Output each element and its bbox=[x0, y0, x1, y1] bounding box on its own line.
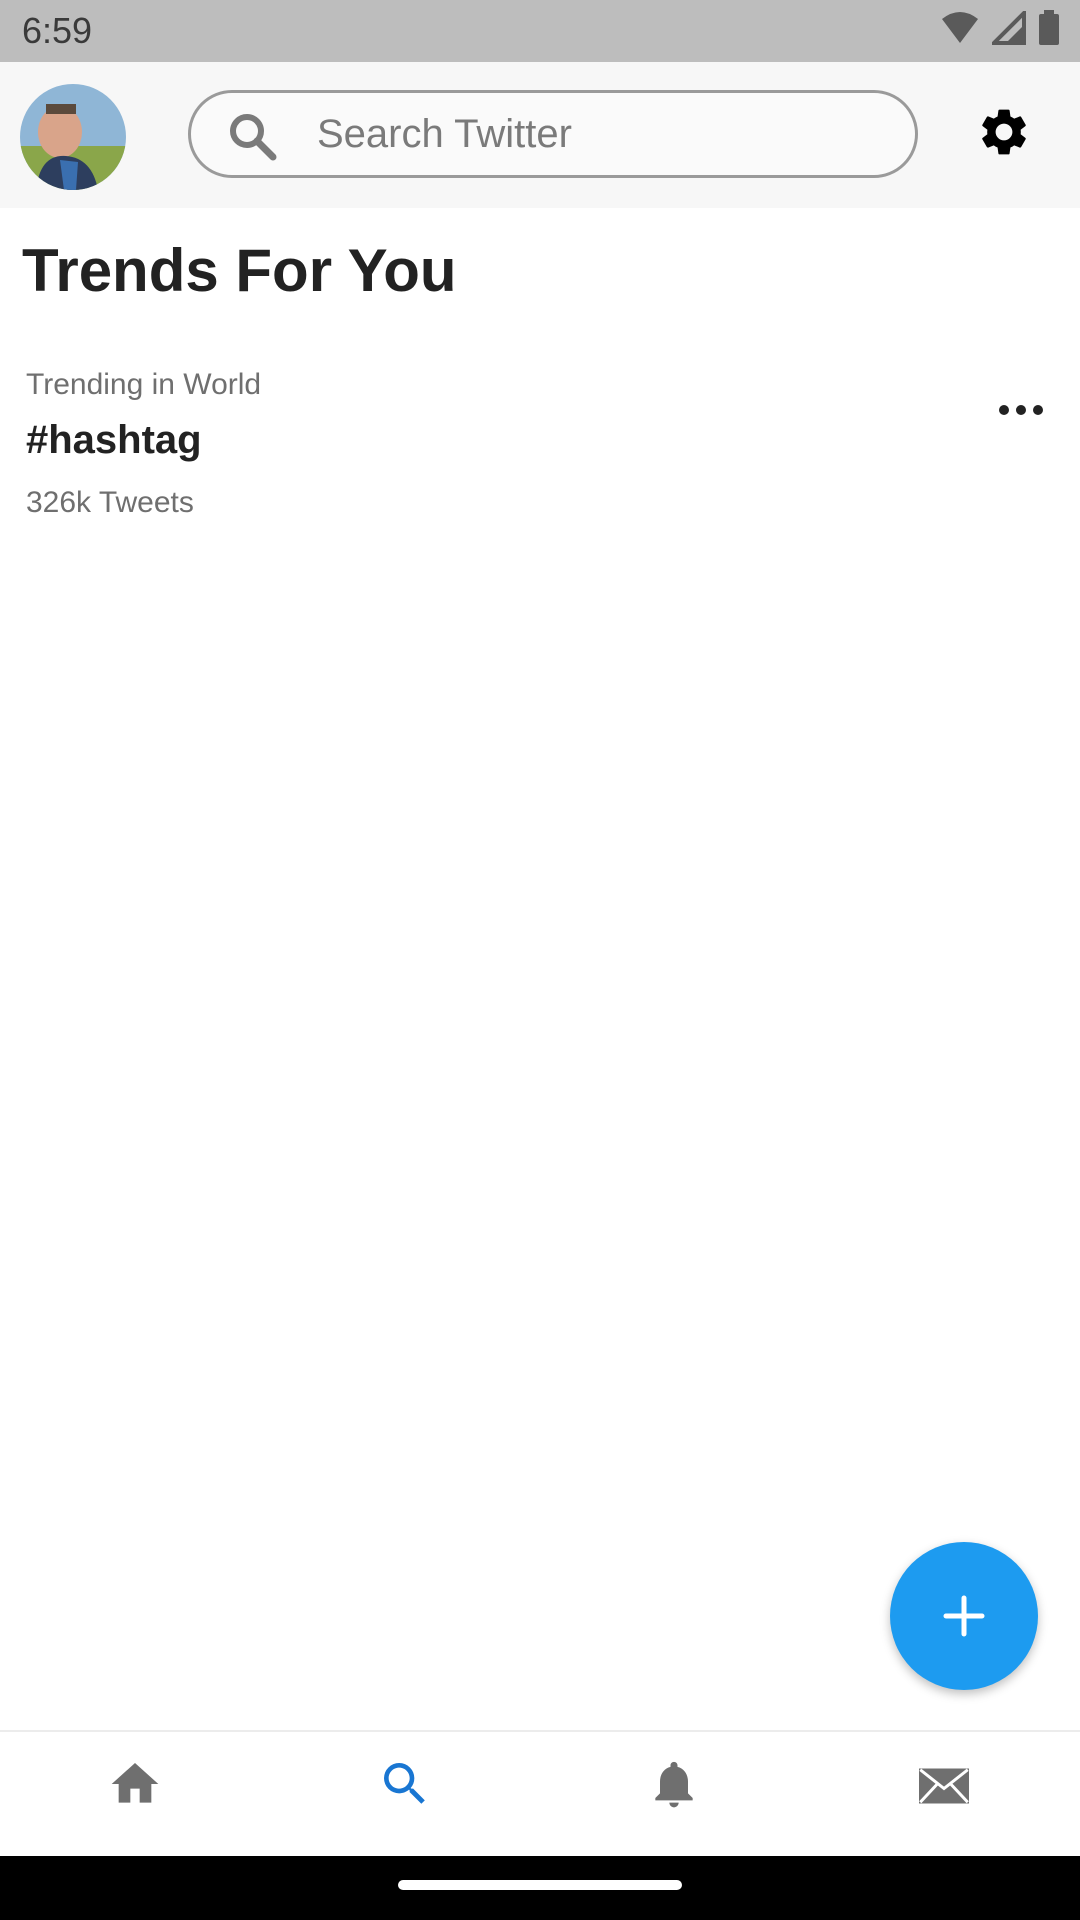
plus-icon bbox=[943, 1595, 985, 1637]
nav-notifications[interactable] bbox=[634, 1756, 714, 1836]
status-time: 6:59 bbox=[22, 10, 93, 51]
nav-home[interactable] bbox=[95, 1756, 175, 1836]
compose-tweet-button[interactable] bbox=[890, 1542, 1038, 1690]
home-icon bbox=[111, 1763, 159, 1803]
avatar-image bbox=[20, 84, 126, 190]
bottom-nav bbox=[0, 1730, 1080, 1858]
search-bar[interactable] bbox=[188, 90, 918, 178]
trend-context: Trending in World bbox=[26, 368, 262, 401]
wifi-icon bbox=[942, 12, 978, 43]
search-icon bbox=[384, 1763, 425, 1804]
bell-icon bbox=[655, 1761, 693, 1808]
mail-icon bbox=[919, 1768, 969, 1804]
home-indicator[interactable] bbox=[398, 1880, 682, 1890]
page-title: Trends For You bbox=[22, 237, 457, 304]
profile-avatar[interactable] bbox=[20, 84, 126, 190]
search-icon bbox=[230, 114, 277, 161]
nav-search[interactable] bbox=[365, 1756, 445, 1836]
status-icons bbox=[940, 10, 1060, 46]
app-header bbox=[0, 62, 1080, 208]
trend-more-button[interactable] bbox=[996, 390, 1046, 430]
settings-button[interactable] bbox=[976, 104, 1032, 160]
nav-messages[interactable] bbox=[904, 1756, 984, 1836]
trend-item[interactable]: Trending in World #hashtag 326k Tweets bbox=[0, 360, 1080, 530]
gear-icon bbox=[982, 109, 1026, 155]
trend-tweet-count: 326k Tweets bbox=[26, 486, 194, 519]
trend-name: #hashtag bbox=[26, 418, 202, 462]
cell-signal-icon bbox=[992, 11, 1026, 45]
battery-icon bbox=[1039, 10, 1059, 45]
search-input[interactable] bbox=[315, 103, 879, 165]
more-options-icon bbox=[999, 405, 1043, 415]
system-nav-bar bbox=[0, 1856, 1080, 1920]
status-bar: 6:59 bbox=[0, 0, 1080, 62]
